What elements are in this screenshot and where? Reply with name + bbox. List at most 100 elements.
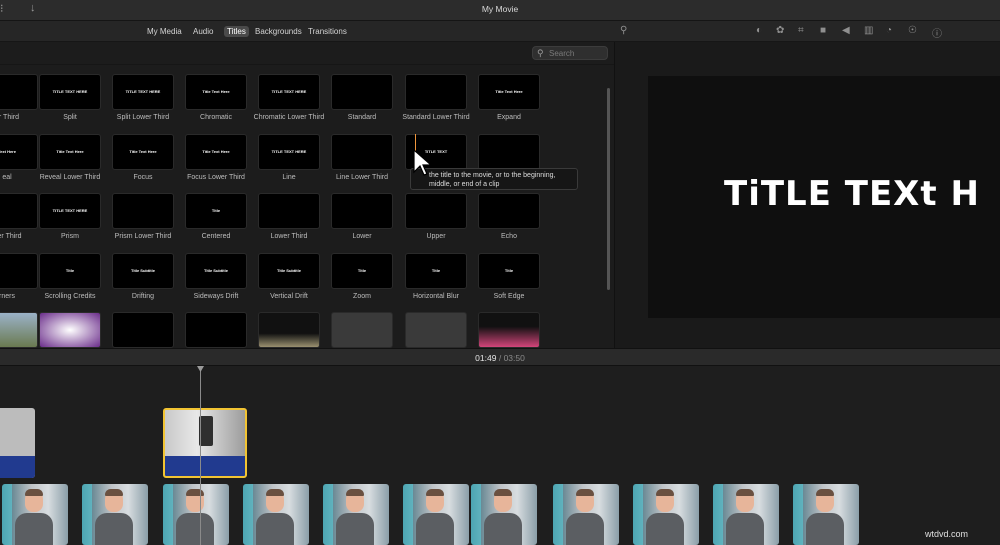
title-thumbnail[interactable]	[0, 253, 38, 289]
magic-wand-icon[interactable]: ⚲	[620, 25, 627, 36]
clip-thumbnail[interactable]	[553, 484, 619, 545]
title-label: Chromatic Lower Third	[253, 114, 325, 121]
title-label: Upper	[426, 233, 446, 240]
cutaway-clip-selected[interactable]	[163, 408, 247, 478]
current-time: 01:49	[475, 353, 497, 363]
equalizer-icon[interactable]: ▥	[864, 25, 873, 36]
color-balance-icon[interactable]: ◐	[756, 25, 762, 36]
title-label: Standard Lower Third	[402, 114, 470, 121]
clip-thumbnail[interactable]	[633, 484, 699, 545]
title-thumbnail[interactable]: TITLE TEXT HERE	[112, 74, 174, 110]
playhead[interactable]	[200, 366, 201, 545]
clip-thumbnail[interactable]	[163, 484, 229, 545]
title-thumbnail[interactable]: TITLE TEXT HERE	[39, 74, 101, 110]
clip-thumbnail[interactable]	[471, 484, 537, 545]
clip-thumbnail[interactable]	[2, 484, 68, 545]
title-thumbnail[interactable]	[405, 74, 467, 110]
search-icon: ⚲	[537, 48, 544, 58]
title-label: Centered	[201, 233, 231, 240]
video-clip-left[interactable]	[0, 408, 35, 478]
thumbnail-text: Title Subtitle	[204, 268, 228, 273]
title-thumbnail[interactable]	[185, 312, 247, 348]
tab-titles[interactable]: Titles	[224, 26, 249, 37]
title-thumbnail[interactable]	[331, 134, 393, 170]
clip-thumbnail[interactable]	[323, 484, 389, 545]
clip-thumbnail[interactable]	[243, 484, 309, 545]
title-thumbnail[interactable]: Text Here	[0, 134, 38, 170]
title-thumbnail[interactable]: Title Text Here	[112, 134, 174, 170]
noise-reduction-icon[interactable]: ☉	[908, 25, 917, 36]
thumbnail-text: Text Here	[0, 149, 16, 154]
info-icon[interactable]: ⓘ	[932, 25, 942, 40]
title-label: Focus Lower Third	[187, 174, 245, 181]
title-thumbnail[interactable]: TITLE TEXT HERE	[258, 134, 320, 170]
title-thumbnail[interactable]: TITLE TEXT HERE	[39, 193, 101, 229]
title-thumbnail[interactable]	[0, 193, 38, 229]
clip-thumbnail[interactable]	[403, 484, 469, 545]
title-label: Lower Third	[270, 233, 308, 240]
title-thumbnail[interactable]	[405, 312, 467, 348]
title-thumbnail[interactable]	[112, 312, 174, 348]
title-thumbnail[interactable]: Title	[478, 253, 540, 289]
title-label: Focus	[133, 174, 153, 181]
title-thumbnail[interactable]	[258, 193, 320, 229]
title-bar: ⁝ ↓ My Movie	[0, 0, 1000, 21]
title-thumbnail[interactable]	[405, 193, 467, 229]
tab-audio[interactable]: Audio	[190, 26, 216, 37]
title-thumbnail[interactable]	[258, 312, 320, 348]
thumbnail-text: TITLE TEXT HERE	[125, 89, 161, 94]
timeline-header: 01:49 / 03:50	[0, 348, 1000, 366]
thumbnail-text: Title Text Here	[202, 89, 230, 94]
title-thumbnail[interactable]: Title Text Here	[185, 74, 247, 110]
tooltip: the title to the movie, or to the beginn…	[410, 168, 578, 190]
title-thumbnail[interactable]	[0, 74, 38, 110]
title-thumbnail[interactable]: Title Subtitle	[185, 253, 247, 289]
search-field[interactable]: ⚲ Search	[532, 46, 608, 60]
clip-thumbnail[interactable]	[82, 484, 148, 545]
title-thumbnail[interactable]	[331, 74, 393, 110]
title-thumbnail[interactable]	[0, 312, 38, 348]
title-thumbnail[interactable]	[331, 193, 393, 229]
title-thumbnail[interactable]: Title	[185, 193, 247, 229]
title-thumbnail[interactable]	[39, 312, 101, 348]
thumbnail-text: TITLE TEXT HERE	[52, 89, 88, 94]
title-thumbnail[interactable]: Title Subtitle	[112, 253, 174, 289]
title-thumbnail[interactable]	[478, 312, 540, 348]
title-thumbnail[interactable]	[112, 193, 174, 229]
title-thumbnail[interactable]	[478, 193, 540, 229]
title-label: Horizontal Blur	[413, 293, 459, 300]
color-correction-icon[interactable]: ✿	[776, 25, 784, 36]
speed-icon[interactable]: ◔	[886, 25, 892, 36]
browser-tab-bar: My Media Audio Titles Backgrounds Transi…	[0, 21, 614, 42]
title-label: Vertical Drift	[270, 293, 308, 300]
title-thumbnail[interactable]: Title Text Here	[478, 74, 540, 110]
title-label: Zoom	[353, 293, 371, 300]
title-thumbnail[interactable]: Title Text Here	[185, 134, 247, 170]
title-thumbnail[interactable]: Title	[39, 253, 101, 289]
crop-icon[interactable]: ⌗	[798, 25, 804, 36]
title-label: Chromatic	[200, 114, 232, 121]
clip-thumbnail[interactable]	[713, 484, 779, 545]
thumbnail-text: Title	[431, 268, 441, 273]
title-thumbnail[interactable]	[331, 312, 393, 348]
title-label: Sideways Drift	[193, 293, 239, 300]
browser-scrollbar[interactable]	[607, 88, 610, 290]
tab-backgrounds[interactable]: Backgrounds	[252, 26, 305, 37]
thumbnail-text: Title Text Here	[495, 89, 523, 94]
title-thumbnail[interactable]	[478, 134, 540, 170]
thumbnail-text: Title Text Here	[129, 149, 157, 154]
title-thumbnail[interactable]: Title Text Here	[39, 134, 101, 170]
title-thumbnail[interactable]: TITLE TEXT HERE	[258, 74, 320, 110]
title-label: Prism Lower Third	[114, 233, 172, 240]
tab-transitions[interactable]: Transitions	[305, 26, 350, 37]
title-label: Reveal Lower Third	[39, 174, 101, 181]
tab-my-media[interactable]: My Media	[144, 26, 185, 37]
stabilization-icon[interactable]: ■	[820, 25, 826, 36]
title-thumbnail[interactable]: Title	[405, 253, 467, 289]
viewer-toolbar: ⚲ ◐ ✿ ⌗ ■ ◀ ▥ ◔ ☉ ⓘ	[614, 21, 1000, 42]
title-thumbnail[interactable]: Title Subtitle	[258, 253, 320, 289]
volume-icon[interactable]: ◀	[842, 25, 850, 36]
clip-thumbnail[interactable]	[793, 484, 859, 545]
watermark: wtdvd.com	[925, 529, 969, 539]
title-thumbnail[interactable]: Title	[331, 253, 393, 289]
